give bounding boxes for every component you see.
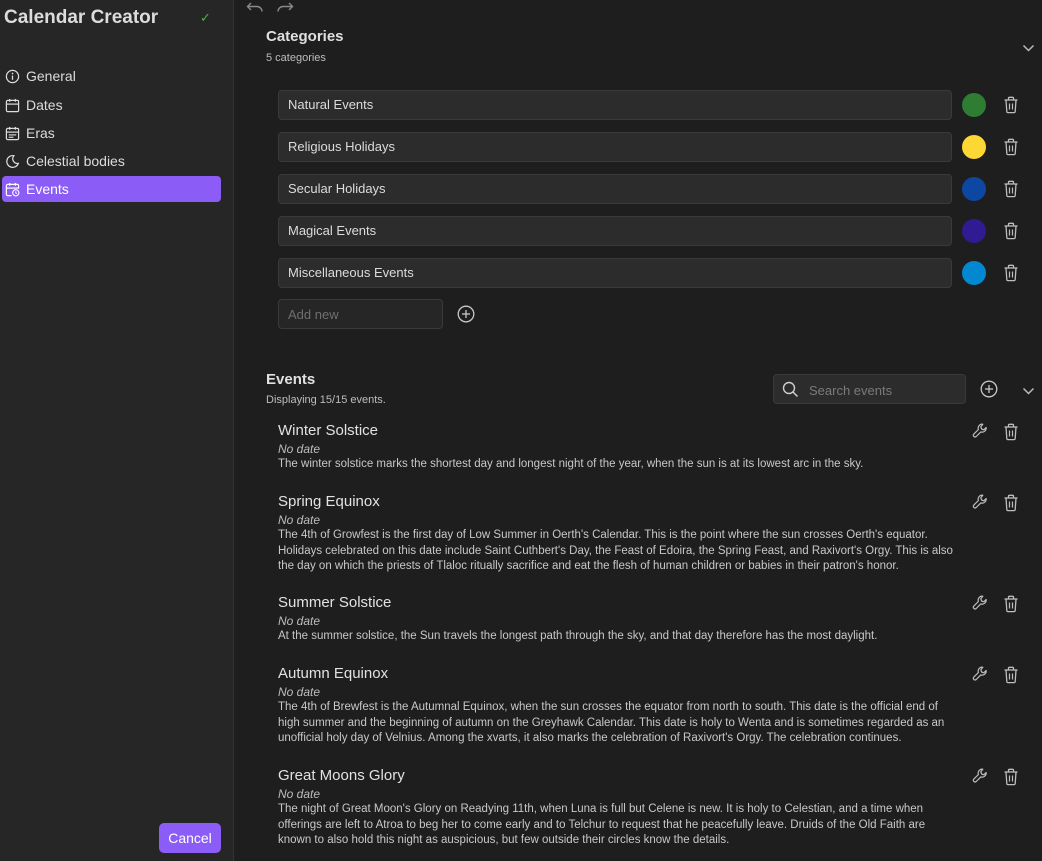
search-events-field[interactable]	[773, 374, 966, 404]
category-name-input[interactable]: Secular Holidays	[278, 174, 952, 204]
nav-item-label: General	[26, 68, 76, 84]
saved-check-icon: ✓	[200, 10, 211, 25]
info-icon	[5, 68, 21, 84]
add-event-plus-icon[interactable]	[980, 380, 998, 403]
event-item: Autumn Equinox No date The 4th of Brewfest…	[278, 664, 1028, 747]
nav-item-label: Eras	[26, 125, 55, 141]
search-events-input[interactable]	[809, 379, 959, 401]
delete-category-trash-icon[interactable]	[1003, 96, 1019, 119]
calendar-clock-icon	[5, 181, 21, 197]
search-icon	[782, 381, 799, 403]
nav-item-label: Events	[26, 181, 69, 197]
redo-icon[interactable]	[276, 0, 294, 19]
edit-event-wrench-icon[interactable]	[972, 665, 989, 687]
edit-event-wrench-icon[interactable]	[972, 422, 989, 444]
event-name: Summer Solstice	[278, 594, 392, 611]
category-row: Secular Holidays	[278, 174, 1028, 204]
delete-category-trash-icon[interactable]	[1003, 222, 1019, 245]
category-color-swatch[interactable]	[962, 93, 986, 117]
category-name-input[interactable]: Miscellaneous Events	[278, 258, 952, 288]
event-item: Great Moons Glory No date The night of Gre…	[278, 766, 1028, 849]
event-description: The 4th of Growfest is the first day of …	[278, 529, 953, 572]
category-row: Magical Events	[278, 216, 1028, 246]
cancel-button[interactable]: Cancel	[159, 823, 221, 853]
moon-icon	[5, 153, 21, 169]
category-name-input[interactable]: Natural Events	[278, 90, 952, 120]
calendar-icon	[5, 97, 21, 113]
events-count: Displaying 15/15 events.	[266, 394, 386, 406]
event-item: Summer Solstice No date At the summer sols…	[278, 593, 1028, 645]
event-item: Winter Solstice No date The winter solstic…	[278, 421, 1028, 473]
category-color-swatch[interactable]	[962, 261, 986, 285]
categories-heading: Categories	[266, 28, 344, 45]
delete-event-trash-icon[interactable]	[1003, 423, 1019, 446]
category-row: Religious Holidays	[278, 132, 1028, 162]
calendar-range-icon	[5, 125, 21, 141]
event-date: No date	[278, 787, 321, 801]
event-name: Winter Solstice	[278, 422, 379, 439]
edit-event-wrench-icon[interactable]	[972, 493, 989, 515]
app-title: Calendar Creator	[4, 7, 159, 28]
event-item: Spring Equinox No date The 4th of Growfest…	[278, 492, 1028, 575]
delete-category-trash-icon[interactable]	[1003, 264, 1019, 287]
category-row: Miscellaneous Events	[278, 258, 1028, 288]
nav-item-general[interactable]: General	[2, 63, 221, 89]
event-description: At the summer solstice, the Sun travels …	[278, 630, 878, 642]
sidebar: Calendar Creator ✓ General Dates Eras Ce…	[0, 0, 234, 861]
nav-item-eras[interactable]: Eras	[2, 120, 221, 146]
app-window: Calendar Creator ✓ General Dates Eras Ce…	[0, 0, 1042, 861]
event-name: Great Moons Glory	[278, 767, 405, 784]
event-description: The winter solstice marks the shortest d…	[278, 458, 864, 470]
delete-event-trash-icon[interactable]	[1003, 595, 1019, 618]
undo-icon[interactable]	[246, 0, 264, 19]
delete-event-trash-icon[interactable]	[1003, 666, 1019, 689]
category-name-input[interactable]: Religious Holidays	[278, 132, 952, 162]
event-name: Autumn Equinox	[278, 665, 389, 682]
event-date: No date	[278, 614, 321, 628]
nav-item-events[interactable]: Events	[2, 176, 221, 202]
edit-event-wrench-icon[interactable]	[972, 594, 989, 616]
categories-count: 5 categories	[266, 52, 326, 64]
delete-category-trash-icon[interactable]	[1003, 138, 1019, 161]
category-row: Natural Events	[278, 90, 1028, 120]
event-date: No date	[278, 442, 321, 456]
delete-event-trash-icon[interactable]	[1003, 768, 1019, 791]
event-name: Spring Equinox	[278, 493, 380, 510]
category-color-swatch[interactable]	[962, 219, 986, 243]
event-description: The 4th of Brewfest is the Autumnal Equi…	[278, 701, 945, 744]
collapse-categories-chevron-icon[interactable]	[1022, 40, 1035, 58]
event-description: The night of Great Moon's Glory on Ready…	[278, 803, 926, 846]
event-date: No date	[278, 685, 321, 699]
add-category-input[interactable]	[278, 299, 443, 329]
nav-item-label: Celestial bodies	[26, 153, 125, 169]
nav-item-celestial-bodies[interactable]: Celestial bodies	[2, 148, 221, 174]
category-name-input[interactable]: Magical Events	[278, 216, 952, 246]
collapse-events-chevron-icon[interactable]	[1022, 383, 1035, 401]
add-category-plus-icon[interactable]	[457, 305, 475, 328]
nav-item-dates[interactable]: Dates	[2, 92, 221, 118]
category-color-swatch[interactable]	[962, 177, 986, 201]
category-color-swatch[interactable]	[962, 135, 986, 159]
event-date: No date	[278, 513, 321, 527]
edit-event-wrench-icon[interactable]	[972, 767, 989, 789]
nav-item-label: Dates	[26, 97, 63, 113]
delete-event-trash-icon[interactable]	[1003, 494, 1019, 517]
delete-category-trash-icon[interactable]	[1003, 180, 1019, 203]
events-heading: Events	[266, 371, 316, 388]
